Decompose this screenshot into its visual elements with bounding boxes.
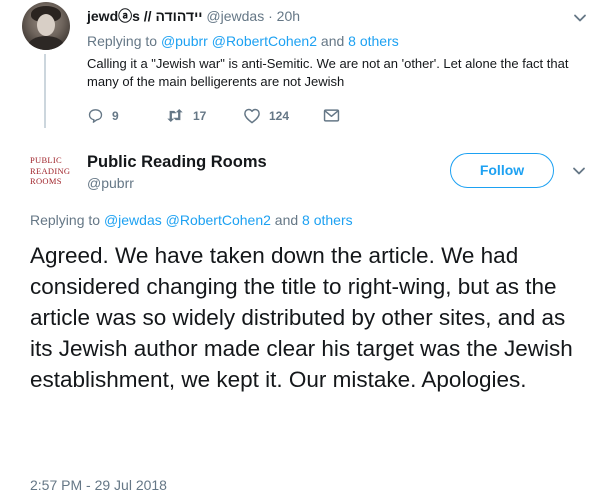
reply-count: 9 xyxy=(112,108,119,123)
parent-tweet-avatar[interactable] xyxy=(22,2,70,50)
parent-timestamp[interactable]: 20h xyxy=(277,8,300,24)
main-replying-to-others[interactable]: 8 others xyxy=(302,212,353,228)
direct-message-button[interactable] xyxy=(323,108,340,123)
like-count: 124 xyxy=(269,108,290,123)
parent-tweet-actions: 9 17 124 xyxy=(87,107,340,124)
logo-line: PUBLIC xyxy=(30,155,63,165)
retweet-icon xyxy=(167,108,183,123)
main-tweet-text: Agreed. We have taken down the article. … xyxy=(30,243,573,392)
parent-handle[interactable]: @jewdas xyxy=(206,8,264,24)
main-handle[interactable]: @pubrr xyxy=(87,175,134,191)
parent-replying-to-others[interactable]: 8 others xyxy=(348,33,399,49)
main-replying-to-and: and xyxy=(274,212,299,228)
like-button[interactable]: 124 xyxy=(243,107,323,124)
main-replying-to-user[interactable]: @RobertCohen2 xyxy=(166,212,271,228)
public-reading-rooms-logo[interactable]: PUBLIC READING ROOMS xyxy=(30,155,74,189)
reply-icon xyxy=(88,109,103,123)
main-replying-to-prefix: Replying to xyxy=(30,212,101,228)
parent-replying-to-user[interactable]: @pubrr xyxy=(161,33,208,49)
reply-button[interactable]: 9 xyxy=(87,107,165,124)
thread-connector-line xyxy=(44,54,46,128)
retweet-button[interactable]: 17 xyxy=(165,107,243,124)
heart-icon xyxy=(244,108,260,124)
parent-replying-to-prefix: Replying to xyxy=(87,33,158,49)
parent-replying-to-user[interactable]: @RobertCohen2 xyxy=(212,33,317,49)
main-replying-to-user[interactable]: @jewdas xyxy=(104,212,162,228)
envelope-icon xyxy=(323,109,340,122)
parent-display-name[interactable]: jewdⓐs // יידהודה xyxy=(87,8,203,24)
logo-line: ROOMS xyxy=(30,176,62,186)
parent-tweet-header: jewdⓐs // יידהודה @jewdas · 20h xyxy=(87,6,300,26)
parent-replying-to: Replying to @pubrr @RobertCohen2 and 8 o… xyxy=(87,33,399,49)
main-more-options-chevron-down-icon[interactable] xyxy=(570,162,588,180)
parent-time-separator: · xyxy=(268,8,273,24)
logo-line: READING xyxy=(30,165,71,176)
parent-more-options-chevron-down-icon[interactable] xyxy=(571,9,589,27)
parent-replying-to-and: and xyxy=(320,33,345,49)
follow-button[interactable]: Follow xyxy=(450,153,554,188)
main-display-name[interactable]: Public Reading Rooms xyxy=(87,153,267,172)
main-tweet-timestamp[interactable]: 2:57 PM - 29 Jul 2018 xyxy=(30,477,167,493)
main-replying-to: Replying to @jewdas @RobertCohen2 and 8 … xyxy=(30,212,353,228)
parent-tweet-text: Calling it a "Jewish war" is anti-Semiti… xyxy=(87,56,569,89)
retweet-count: 17 xyxy=(193,108,207,123)
